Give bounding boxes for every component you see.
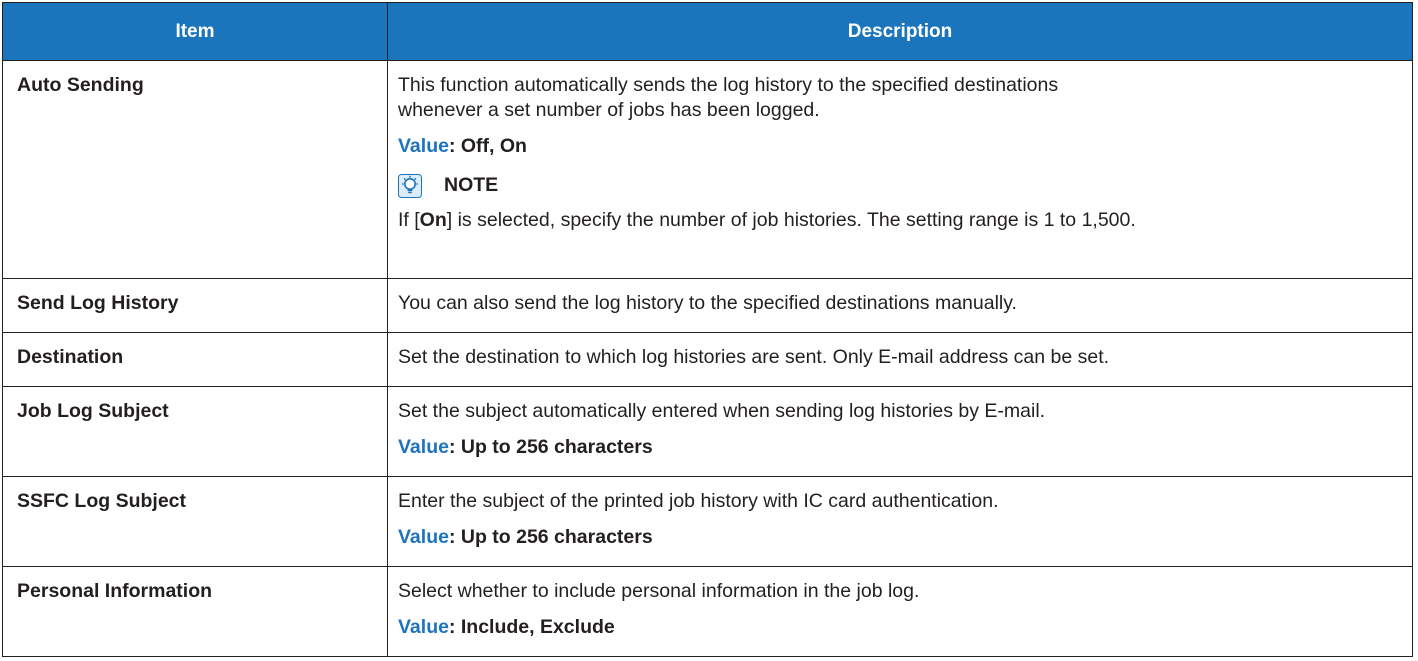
- description-text: Enter the subject of the printed job his…: [398, 490, 999, 512]
- column-header-item: Item: [2, 2, 388, 61]
- note-lightbulb-icon: [398, 173, 422, 198]
- description-text: Set the subject automatically entered wh…: [398, 400, 1046, 422]
- item-name: Job Log Subject: [2, 386, 388, 477]
- value-text: : Off, On: [448, 135, 527, 157]
- table-row: Send Log History You can also send the l…: [2, 278, 1413, 333]
- value-text: : Include, Exclude: [448, 616, 615, 638]
- value-line: Value: Up to 256 characters: [398, 435, 1402, 460]
- table-row: Auto Sending This function automatically…: [2, 60, 1413, 279]
- note-text-end: ] is selected, specify the number of job…: [446, 209, 1136, 231]
- settings-table: Item Description Auto Sending This funct…: [2, 2, 1413, 657]
- description-text: This function automatically sends the lo…: [398, 74, 1059, 96]
- item-description: Set the subject automatically entered wh…: [387, 386, 1413, 477]
- item-description: This function automatically sends the lo…: [387, 60, 1413, 279]
- table-row: Destination Set the destination to which…: [2, 332, 1413, 387]
- item-description: Set the destination to which log histori…: [387, 332, 1413, 387]
- value-label: Value: [398, 526, 449, 548]
- table-row: SSFC Log Subject Enter the subject of th…: [2, 476, 1413, 567]
- item-name: Auto Sending: [2, 60, 388, 279]
- item-description: Enter the subject of the printed job his…: [387, 476, 1413, 567]
- value-line: Value: Off, On: [398, 134, 1402, 159]
- note-text-start: If [: [398, 209, 420, 231]
- description-text: Select whether to include personal infor…: [398, 580, 920, 602]
- item-name: SSFC Log Subject: [2, 476, 388, 567]
- note-text: If [On] is selected, specify the number …: [398, 208, 1402, 233]
- value-text: : Up to 256 characters: [448, 436, 653, 458]
- item-description: Select whether to include personal infor…: [387, 566, 1413, 657]
- value-label: Value: [398, 436, 449, 458]
- item-description: You can also send the log history to the…: [387, 278, 1413, 333]
- value-label: Value: [398, 616, 449, 638]
- table-header-row: Item Description: [2, 2, 1413, 61]
- item-name: Personal Information: [2, 566, 388, 657]
- table-row: Job Log Subject Set the subject automati…: [2, 386, 1413, 477]
- description-text: whenever a set number of jobs has been l…: [398, 99, 820, 121]
- value-label: Value: [398, 135, 449, 157]
- column-header-description: Description: [387, 2, 1413, 61]
- note-title: NOTE: [444, 174, 499, 196]
- note-selected-option: On: [419, 209, 447, 231]
- item-name: Destination: [2, 332, 388, 387]
- value-text: : Up to 256 characters: [448, 526, 653, 548]
- value-line: Value: Include, Exclude: [398, 615, 1402, 640]
- value-line: Value: Up to 256 characters: [398, 525, 1402, 550]
- note-heading: NOTE: [398, 173, 1402, 198]
- table-row: Personal Information Select whether to i…: [2, 566, 1413, 657]
- item-name: Send Log History: [2, 278, 388, 333]
